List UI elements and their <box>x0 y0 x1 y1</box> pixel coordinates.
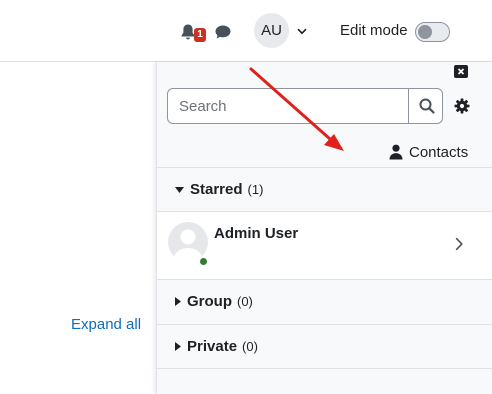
expand-all-link[interactable]: Expand all <box>71 316 141 333</box>
caret-right-icon <box>175 297 181 306</box>
search-box <box>167 88 443 124</box>
drawer-footer <box>157 368 492 394</box>
messaging-drawer: Contacts Starred (1) Admin User Group (0… <box>156 62 492 394</box>
contacts-link[interactable]: Contacts <box>389 142 468 162</box>
private-section-toggle[interactable]: Private (0) <box>157 324 492 368</box>
user-avatar[interactable]: AU <box>254 13 289 48</box>
top-navbar: 1 AU Edit mode <box>0 0 492 62</box>
private-section-title: Private <box>187 338 238 355</box>
edit-mode-label: Edit mode <box>340 22 408 39</box>
group-section-count: (0) <box>237 294 253 309</box>
toggle-knob <box>418 25 432 39</box>
gear-icon[interactable] <box>454 98 470 114</box>
group-section-title: Group <box>187 293 232 310</box>
avatar <box>168 222 208 262</box>
caret-down-icon <box>175 186 184 193</box>
chat-icon[interactable] <box>214 24 232 40</box>
search-input[interactable] <box>169 90 407 122</box>
close-icon <box>457 68 465 75</box>
private-section-count: (0) <box>242 339 258 354</box>
starred-section-count: (1) <box>247 182 264 197</box>
contact-row-admin-user[interactable]: Admin User <box>157 211 492 279</box>
starred-section-title: Starred <box>190 181 243 198</box>
search-icon <box>419 98 435 114</box>
search-button[interactable] <box>408 89 443 123</box>
close-drawer-button[interactable] <box>454 65 468 78</box>
group-section-toggle[interactable]: Group (0) <box>157 279 492 323</box>
chevron-down-icon[interactable] <box>297 28 307 35</box>
notification-count-badge: 1 <box>194 28 206 42</box>
online-status-dot <box>199 257 208 266</box>
caret-right-icon <box>175 342 181 351</box>
starred-section-toggle[interactable]: Starred (1) <box>157 167 492 211</box>
user-icon <box>389 144 403 160</box>
default-user-picture-icon <box>173 229 203 262</box>
edit-mode-toggle[interactable] <box>415 22 450 42</box>
contacts-label: Contacts <box>409 143 469 161</box>
contact-name: Admin User <box>214 225 299 242</box>
chevron-right-icon <box>455 237 463 251</box>
